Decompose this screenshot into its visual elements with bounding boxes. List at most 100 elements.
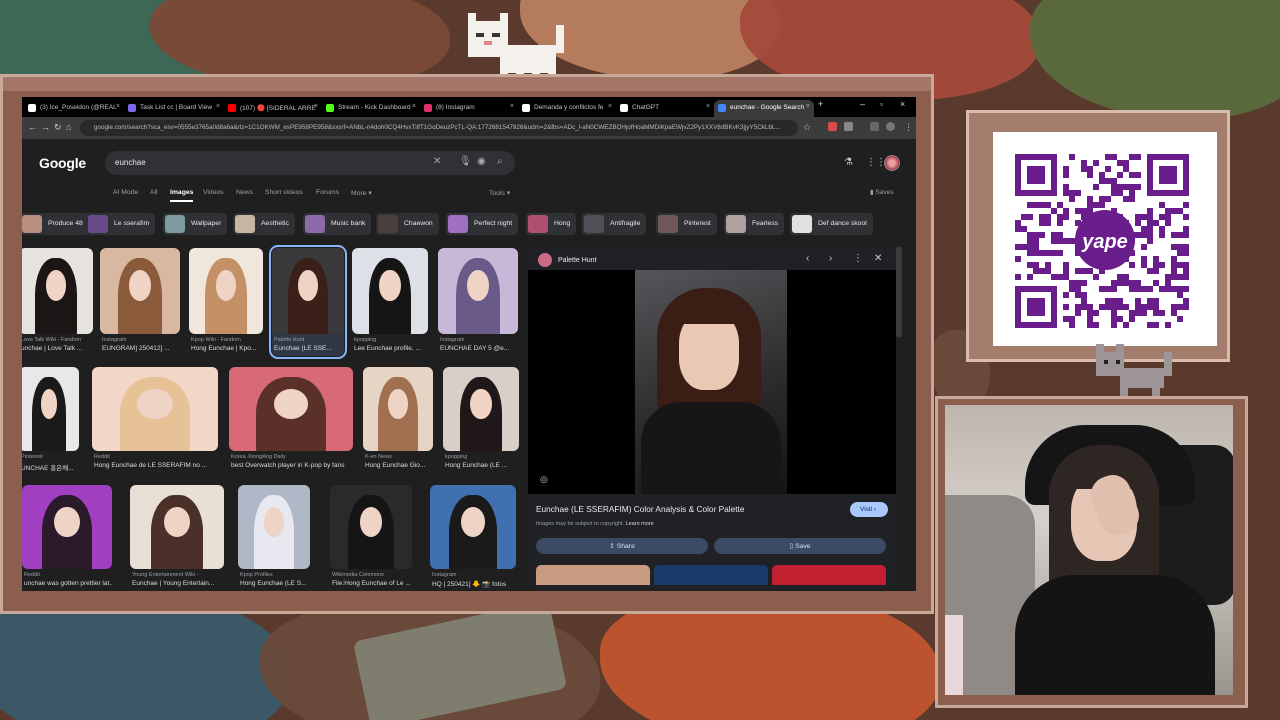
extension-icon[interactable] [870, 122, 879, 131]
home-icon[interactable]: ⌂ [66, 122, 71, 132]
close-tab-icon[interactable]: × [706, 103, 710, 110]
image-result[interactable]: Kpop Profiles Hong Eunchae (LE S... [238, 485, 310, 591]
extension-icon[interactable] [844, 122, 853, 131]
close-tab-icon[interactable]: × [412, 103, 416, 110]
search-icon[interactable]: ⌕ [497, 156, 503, 167]
avatar[interactable] [884, 155, 900, 171]
result-title[interactable]: EUNCHAE DAY 5 @e... [440, 345, 518, 352]
close-tab-icon[interactable]: × [314, 103, 318, 110]
result-title[interactable]: Hong Eunchae (LE S... [240, 580, 310, 587]
preview-scrollbar[interactable] [896, 247, 900, 337]
image-result[interactable]: kpopping Hong Eunchae (LE ... [443, 367, 519, 473]
close-window-icon[interactable]: × [900, 99, 905, 109]
result-title[interactable]: Lee Eunchae profile, ... [354, 345, 428, 352]
lens-icon[interactable]: ◉ [477, 156, 486, 167]
image-result[interactable]: kpopping Lee Eunchae profile, ... [352, 248, 428, 356]
related-search-chip[interactable]: Hong [526, 213, 577, 235]
previous-arrow-icon[interactable]: ‹ [806, 253, 809, 264]
close-tab-icon[interactable]: × [806, 103, 810, 110]
image-result[interactable]: Wikimedia Commons File:Hong Eunchae of Le… [330, 485, 412, 591]
image-result[interactable]: Instagram EUNGRAM] 250412] ... [100, 248, 180, 356]
image-result[interactable]: Instagram HQ | 250421] 🐥 📸 fotos [430, 485, 516, 591]
result-title[interactable]: best Overwatch player in K-pop by fans [231, 462, 353, 469]
result-title[interactable]: unchae was gotten prettier lat... [24, 580, 112, 587]
apps-grid-icon[interactable]: ⋮⋮ [866, 157, 886, 168]
bookmark-star-icon[interactable]: ☆ [803, 122, 811, 133]
close-tab-icon[interactable]: × [608, 103, 612, 110]
address-bar[interactable]: google.com/search?sca_esv=0555e3765a0d8a… [80, 120, 798, 136]
related-search-chip[interactable]: Pinterest [656, 213, 717, 235]
related-search-chip[interactable]: Wallpaper [163, 213, 228, 235]
result-title[interactable]: unchae | Love Talk ... [22, 345, 93, 352]
tab-instagram[interactable]: (8) Instagram × [420, 100, 518, 117]
lens-search-icon[interactable]: ◎ [540, 474, 548, 485]
filter-images[interactable]: Images [170, 189, 194, 202]
result-title[interactable]: UNCHAE 홍은채... [22, 462, 79, 472]
preview-caption[interactable]: Eunchae (LE SSERAFIM) Color Analysis & C… [536, 504, 744, 514]
result-title[interactable]: Hong Eunchae | Kpo... [191, 345, 263, 352]
maximize-icon[interactable]: ▫ [880, 99, 883, 109]
visit-button[interactable]: Visit › [850, 502, 888, 517]
result-title[interactable]: Hong Eunchae (LE ... [445, 462, 519, 469]
close-tab-icon[interactable]: × [510, 103, 514, 110]
image-result[interactable]: Korea JoongAng Daily best Overwatch playe… [229, 367, 353, 473]
image-result[interactable]: Reddit Hong Eunchae de LE SSERAFIM no ... [92, 367, 218, 473]
tab-youtube[interactable]: (107) 🔴 [SIDERAL ARRE × [224, 100, 322, 117]
related-search-chip[interactable]: Chaewon [376, 213, 439, 235]
next-arrow-icon[interactable]: › [829, 253, 832, 264]
more-options-icon[interactable]: ⋮ [853, 253, 863, 264]
image-result[interactable]: Palette Hunt Eunchae (LE SSE... [269, 245, 347, 359]
result-title[interactable]: EUNGRAM] 250412] ... [102, 345, 180, 352]
close-preview-icon[interactable]: ✕ [874, 253, 882, 264]
image-result[interactable]: Pinterest UNCHAE 홍은채... [22, 367, 79, 473]
forward-arrow-icon[interactable]: → [41, 122, 50, 132]
clear-search-icon[interactable]: ✕ [433, 156, 441, 167]
filter-videos[interactable]: Videos [203, 189, 224, 196]
image-result[interactable]: Young Entertainment Wiki - Eunchae | Youn… [130, 485, 224, 591]
preview-image-area[interactable]: ◎ [528, 270, 896, 494]
result-title[interactable]: Hong Eunchae Gio... [365, 462, 433, 469]
related-search-chip[interactable]: Music bank [303, 213, 372, 235]
tab-google-search[interactable]: eunchae - Google Search × [714, 100, 814, 117]
result-title[interactable]: File:Hong Eunchae of Le ... [332, 580, 412, 587]
filter-short-videos[interactable]: Short videos [265, 189, 303, 196]
tab-task-list[interactable]: Task List cc | Board View × [124, 100, 224, 117]
tab-kick-dashboard[interactable]: Stream - Kick Dashboard × [322, 100, 420, 117]
result-title[interactable]: Hong Eunchae de LE SSERAFIM no ... [94, 462, 218, 469]
tab-ice-poseidon[interactable]: (3) Ice_Poseidon (@REAL × [24, 100, 124, 117]
close-tab-icon[interactable]: × [216, 103, 220, 110]
filter-ai-mode[interactable]: AI Mode [113, 189, 138, 196]
tools-button[interactable]: Tools ▾ [489, 189, 510, 197]
related-search-chip[interactable]: Aesthetic [233, 213, 295, 235]
image-result[interactable]: K-en News Hong Eunchae Gio... [363, 367, 433, 473]
related-search-chip[interactable]: Le sserafim [86, 213, 156, 235]
related-search-chip[interactable]: Antifragile [582, 213, 647, 235]
image-result[interactable]: Love Talk Wiki - Fandom unchae | Love Tal… [22, 248, 93, 356]
tab-chatgpt[interactable]: ChatGPT × [616, 100, 714, 117]
image-result[interactable]: Kpop Wiki - Fandom Hong Eunchae | Kpo... [189, 248, 263, 356]
related-search-chip[interactable]: Perfect night [446, 213, 519, 235]
filter-news[interactable]: News [236, 189, 253, 196]
filter-all[interactable]: All [150, 189, 158, 196]
related-image[interactable] [772, 565, 886, 585]
filter-more[interactable]: More ▾ [351, 189, 372, 197]
learn-more-link[interactable]: Learn more [626, 521, 654, 527]
reload-icon[interactable]: ↻ [54, 122, 62, 133]
filter-forums[interactable]: Forums [316, 189, 339, 196]
related-search-chip[interactable]: Fearless [724, 213, 785, 235]
minimize-icon[interactable]: – [860, 99, 865, 109]
microphone-icon[interactable]: 🎙 [459, 156, 472, 167]
back-arrow-icon[interactable]: ← [28, 122, 37, 132]
search-input[interactable]: eunchae ✕ 🎙 ◉ ⌕ [105, 151, 515, 175]
result-title[interactable]: HQ | 250421] 🐥 📸 fotos [432, 580, 516, 588]
preview-site-name[interactable]: Palette Hunt [558, 257, 597, 264]
new-tab-plus-icon[interactable]: + [818, 99, 823, 109]
share-button[interactable]: ⇪ Share [536, 538, 708, 554]
profile-icon[interactable] [886, 122, 895, 131]
tab-demanda[interactable]: Demanda y conflictos fe × [518, 100, 616, 117]
close-tab-icon[interactable]: × [116, 103, 120, 110]
extension-icon[interactable] [828, 122, 837, 131]
related-image[interactable] [654, 565, 768, 585]
related-image[interactable] [536, 565, 650, 585]
image-result[interactable]: Reddit unchae was gotten prettier lat... [22, 485, 112, 591]
